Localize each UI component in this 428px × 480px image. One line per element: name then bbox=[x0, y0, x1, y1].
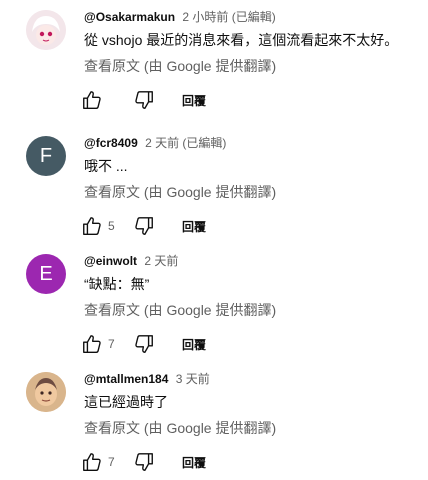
like-count: 7 bbox=[108, 455, 115, 469]
thumbs-up-icon bbox=[83, 217, 101, 235]
comment-time[interactable]: 2 小時前 (已編輯) bbox=[182, 10, 275, 24]
comment-text: 從 vshojo 最近的消息來看，這個流看起來不太好。 bbox=[84, 32, 399, 48]
avatar[interactable] bbox=[26, 10, 66, 50]
like-button[interactable] bbox=[80, 214, 104, 238]
dislike-button[interactable] bbox=[132, 450, 156, 474]
comment-time[interactable]: 2 天前 (已編輯) bbox=[145, 136, 226, 150]
face-avatar-icon bbox=[26, 372, 66, 412]
comment-item: @mtallmen184 3 天前 這已經過時了 查看原文 (由 Google … bbox=[0, 362, 428, 480]
reply-button[interactable]: 回覆 bbox=[182, 454, 206, 471]
like-button[interactable] bbox=[80, 88, 104, 112]
comment-item: E @einwolt 2 天前 “缺點：無” 查看原文 (由 Google 提供… bbox=[0, 244, 428, 362]
reply-button[interactable]: 回覆 bbox=[182, 218, 206, 235]
see-original-link[interactable]: 查看原文 (由 Google 提供翻譯) bbox=[84, 418, 420, 438]
thumbs-up-icon bbox=[83, 91, 101, 109]
comment-item: F @fcr8409 2 天前 (已編輯) 哦不 ... 查看原文 (由 Goo… bbox=[0, 126, 428, 244]
reply-button[interactable]: 回覆 bbox=[182, 336, 206, 353]
reply-button[interactable]: 回覆 bbox=[182, 92, 206, 109]
comment-author[interactable]: @einwolt bbox=[84, 254, 137, 268]
avatar-letter: E bbox=[39, 262, 53, 285]
thumbs-up-icon bbox=[83, 335, 101, 353]
comment-author[interactable]: @mtallmen184 bbox=[84, 372, 168, 386]
see-original-link[interactable]: 查看原文 (由 Google 提供翻譯) bbox=[84, 182, 420, 202]
comment-text: “缺點：無” bbox=[84, 276, 150, 292]
comment-text: 這已經過時了 bbox=[84, 394, 168, 410]
comment-item: @Osakarmakun 2 小時前 (已編輯) 從 vshojo 最近的消息來… bbox=[0, 0, 428, 118]
dislike-button[interactable] bbox=[132, 332, 156, 356]
comment-author[interactable]: @fcr8409 bbox=[84, 136, 138, 150]
avatar[interactable]: E bbox=[26, 254, 66, 294]
avatar[interactable] bbox=[26, 372, 66, 412]
thumbs-up-icon bbox=[83, 453, 101, 471]
thumbs-down-icon bbox=[135, 453, 153, 471]
like-count: 7 bbox=[108, 337, 115, 351]
thumbs-down-icon bbox=[135, 217, 153, 235]
comment-time[interactable]: 2 天前 bbox=[144, 254, 178, 268]
avatar-letter: F bbox=[39, 144, 53, 167]
like-count: 5 bbox=[108, 219, 115, 233]
comment-text: 哦不 ... bbox=[84, 158, 128, 174]
thumbs-down-icon bbox=[135, 335, 153, 353]
comment-author[interactable]: @Osakarmakun bbox=[84, 10, 175, 24]
comment-time[interactable]: 3 天前 bbox=[176, 372, 210, 386]
see-original-link[interactable]: 查看原文 (由 Google 提供翻譯) bbox=[84, 300, 420, 320]
thumbs-down-icon bbox=[135, 91, 153, 109]
like-button[interactable] bbox=[80, 450, 104, 474]
avatar[interactable]: F bbox=[26, 136, 66, 176]
like-button[interactable] bbox=[80, 332, 104, 356]
dislike-button[interactable] bbox=[132, 88, 156, 112]
anime-avatar-icon bbox=[26, 10, 66, 50]
dislike-button[interactable] bbox=[132, 214, 156, 238]
see-original-link[interactable]: 查看原文 (由 Google 提供翻譯) bbox=[84, 56, 420, 76]
